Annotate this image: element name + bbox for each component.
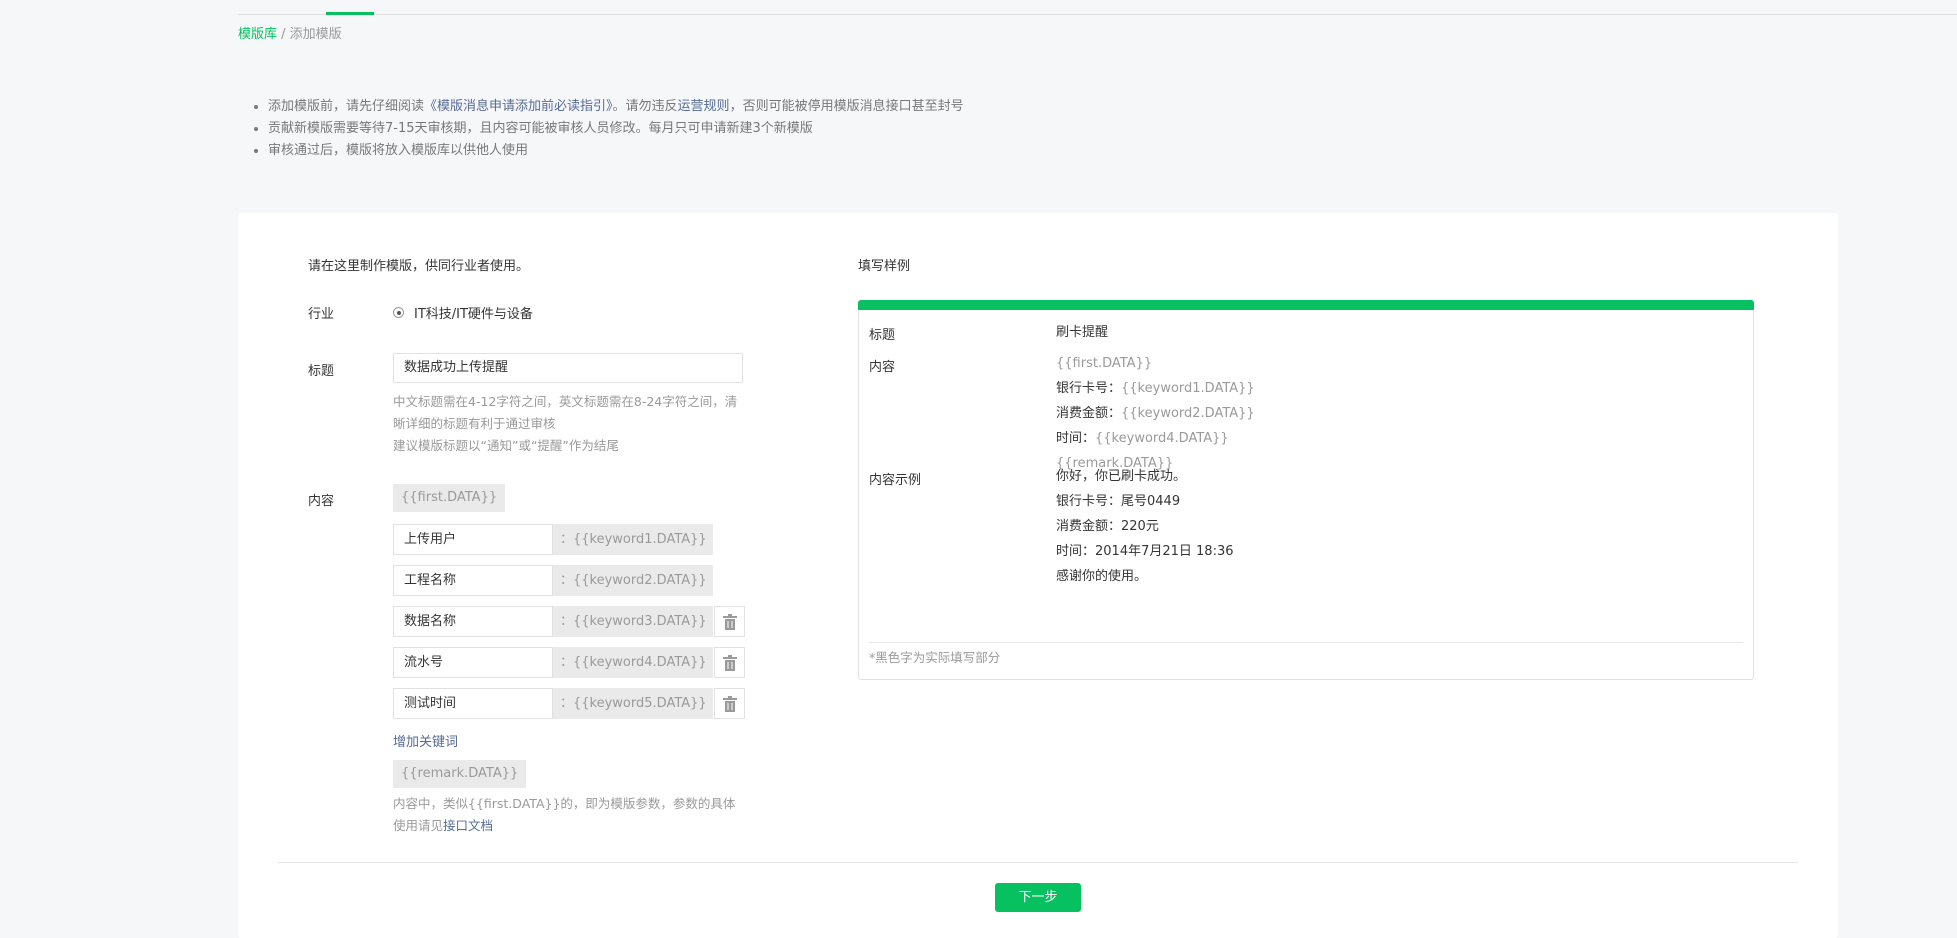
example-line-var: {{keyword2.DATA}} [1121, 406, 1255, 421]
breadcrumb-root-link[interactable]: 模版库 [238, 27, 277, 42]
delete-keyword-button[interactable] [714, 606, 745, 637]
example-content: {{first.DATA}} 银行卡号：{{keyword1.DATA}} 消费… [1056, 351, 1255, 476]
api-doc-link[interactable]: 接口文档 [443, 818, 493, 833]
example-panel: 标题 刷卡提醒 内容 {{first.DATA}} 银行卡号：{{keyword… [858, 300, 1754, 680]
add-keyword-link[interactable]: 增加关键词 [393, 731, 458, 750]
keyword-row: 数据名称 ：{{keyword3.DATA}} [393, 606, 745, 637]
notice-text: 添加模版前，请先仔细阅读 [268, 99, 425, 114]
example-content-line: 时间：{{keyword4.DATA}} [1056, 426, 1255, 451]
example-line-label: 时间： [1056, 431, 1096, 446]
keyword-input[interactable]: 流水号 [393, 647, 553, 678]
example-title-label: 标题 [869, 328, 896, 343]
template-card: 请在这里制作模版，供同行业者使用。 行业 IT科技/IT硬件与设备 标题 数据成… [238, 213, 1838, 938]
example-line-var: {{keyword4.DATA}} [1095, 431, 1229, 446]
example-note: *黑色字为实际填写部分 [869, 650, 1001, 665]
keyword-input[interactable]: 工程名称 [393, 565, 553, 596]
example-line-label: 银行卡号： [1056, 381, 1122, 396]
breadcrumb-separator: / [277, 27, 290, 42]
notice-text: 。请勿违反 [612, 99, 678, 114]
trash-icon [722, 613, 737, 630]
example-sample-line: 时间：2014年7月21日 18:36 [1056, 544, 1234, 559]
example-title-value: 刷卡提醒 [1056, 325, 1109, 340]
card-divider [278, 862, 1798, 863]
trash-icon [722, 654, 737, 671]
example-divider [869, 642, 1743, 643]
industry-value: IT科技/IT硬件与设备 [414, 307, 533, 322]
rules-link[interactable]: 运营规则 [678, 99, 730, 114]
notice-list: 添加模版前，请先仔细阅读《模版消息申请添加前必读指引》。请勿违反运营规则，否则可… [248, 96, 964, 162]
guide-link[interactable]: 《模版消息申请添加前必读指引》 [424, 99, 613, 114]
example-sample: 你好，你已刷卡成功。 银行卡号：尾号0449 消费金额：220元 时间：2014… [1056, 464, 1234, 589]
title-hint-line: 中文标题需在4-12字符之间，英文标题需在8-24字符之间，清晰详细的标题有利于… [393, 394, 738, 431]
example-content-line: 银行卡号：{{keyword1.DATA}} [1056, 376, 1255, 401]
next-step-button[interactable]: 下一步 [995, 883, 1081, 912]
notice-item: 审核通过后，模版将放入模版库以供他人使用 [268, 140, 964, 162]
content-label: 内容 [308, 494, 335, 509]
example-content-line: 消费金额：{{keyword2.DATA}} [1056, 401, 1255, 426]
keyword-row: 测试时间 ：{{keyword5.DATA}} [393, 688, 745, 719]
keyword-var: ：{{keyword4.DATA}} [553, 647, 713, 678]
delete-keyword-button[interactable] [714, 647, 745, 678]
example-sample-line: 感谢你的使用。 [1056, 569, 1148, 584]
title-input[interactable]: 数据成功上传提醒 [393, 353, 743, 383]
notice-text: ，否则可能被停用模版消息接口甚至封号 [729, 99, 964, 114]
example-content-label: 内容 [869, 360, 896, 375]
example-sample-line: 消费金额：220元 [1056, 519, 1159, 534]
notice-item: 贡献新模版需要等待7-15天审核期，且内容可能被审核人员修改。每月只可申请新建3… [268, 118, 964, 140]
example-sample-line: 你好，你已刷卡成功。 [1056, 469, 1187, 484]
example-accent-bar [858, 300, 1754, 310]
trash-icon [722, 695, 737, 712]
example-sample-label: 内容示例 [869, 473, 922, 488]
top-divider [238, 14, 1957, 15]
title-hint-line: 建议模版标题以“通知”或“提醒”作为结尾 [393, 438, 619, 453]
param-hint: 内容中，类似{{first.DATA}}的，即为模版参数，参数的具体使用请见接口… [393, 793, 738, 837]
breadcrumb: 模版库 / 添加模版 [238, 23, 342, 42]
example-first-var: {{first.DATA}} [1056, 356, 1153, 371]
keyword-var: ：{{keyword1.DATA}} [553, 524, 713, 555]
keyword-var: ：{{keyword5.DATA}} [553, 688, 713, 719]
example-heading: 填写样例 [858, 259, 911, 274]
example-line-label: 消费金额： [1056, 406, 1122, 421]
title-hint: 中文标题需在4-12字符之间，英文标题需在8-24字符之间，清晰详细的标题有利于… [393, 391, 738, 457]
keyword-var: ：{{keyword2.DATA}} [553, 565, 713, 596]
first-data-tag: {{first.DATA}} [393, 484, 506, 512]
remark-data-tag: {{remark.DATA}} [393, 760, 527, 788]
industry-label: 行业 [308, 307, 335, 322]
form-intro: 请在这里制作模版，供同行业者使用。 [308, 259, 530, 274]
keyword-input[interactable]: 测试时间 [393, 688, 553, 719]
keyword-var: ：{{keyword3.DATA}} [553, 606, 713, 637]
delete-keyword-button[interactable] [714, 688, 745, 719]
example-sample-line: 银行卡号：尾号0449 [1056, 494, 1181, 509]
breadcrumb-current: 添加模版 [289, 27, 342, 42]
notice-item: 添加模版前，请先仔细阅读《模版消息申请添加前必读指引》。请勿违反运营规则，否则可… [268, 96, 964, 118]
example-line-var: {{keyword1.DATA}} [1121, 381, 1255, 396]
active-tab-indicator [326, 12, 374, 15]
keyword-row: 上传用户 ：{{keyword1.DATA}} [393, 524, 713, 555]
keyword-row: 工程名称 ：{{keyword2.DATA}} [393, 565, 713, 596]
title-label: 标题 [308, 364, 335, 379]
keyword-input[interactable]: 上传用户 [393, 524, 553, 555]
industry-radio[interactable]: IT科技/IT硬件与设备 [393, 303, 533, 322]
keyword-input[interactable]: 数据名称 [393, 606, 553, 637]
radio-checked-icon[interactable] [393, 307, 404, 318]
keyword-row: 流水号 ：{{keyword4.DATA}} [393, 647, 745, 678]
